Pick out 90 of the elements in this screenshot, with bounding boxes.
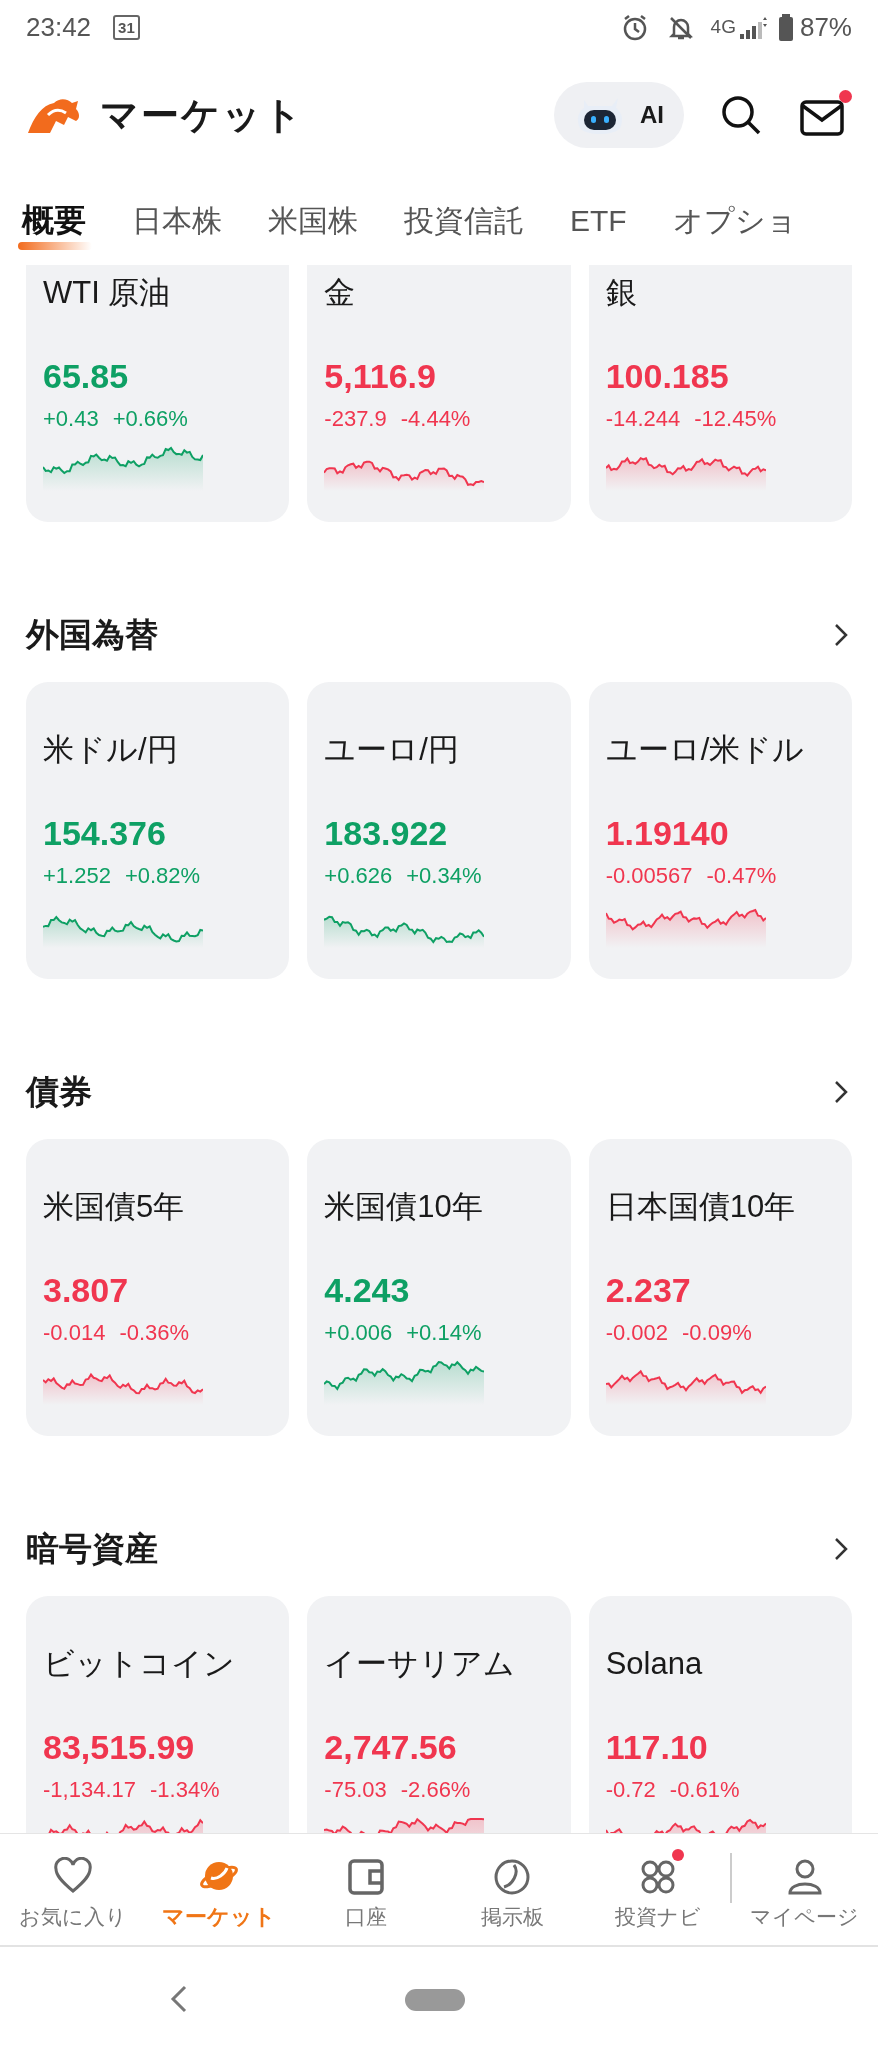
quote-card[interactable]: ユーロ/円 183.922 +0.626 +0.34%	[307, 682, 571, 979]
change-percent: +0.66%	[112, 405, 188, 433]
change-value: +1.252	[43, 862, 111, 890]
instrument-name: 米国債10年	[324, 1188, 484, 1226]
quote-card[interactable]: 米ドル/円 154.376 +1.252 +0.82%	[26, 682, 290, 979]
network-type: 4G	[710, 15, 736, 40]
change-value: -1,134.17	[43, 1776, 136, 1804]
change-percent: -12.45%	[694, 405, 777, 433]
change-value: -14.244	[605, 405, 681, 433]
instrument-name: 銀	[605, 274, 638, 312]
tab[interactable]: 概要	[18, 198, 90, 250]
battery-icon	[777, 13, 794, 42]
change-value: -0.014	[43, 1319, 106, 1347]
instrument-name: 日本国債10年	[605, 1188, 797, 1226]
tab[interactable]: ETF	[570, 197, 627, 243]
instrument-name: ビットコイン	[43, 1645, 236, 1683]
tab[interactable]: オプショ	[672, 197, 797, 243]
price-value: 4.243	[324, 1270, 411, 1310]
instrument-name: 米ドル/円	[43, 731, 179, 769]
change-value: +0.006	[324, 1319, 393, 1347]
change-percent: +0.14%	[406, 1319, 482, 1347]
change-percent: +0.34%	[406, 862, 482, 890]
change-value: -75.03	[324, 1776, 387, 1804]
quote-card[interactable]: イーサリアム 2,747.56 -75.03 -2.66%	[307, 1596, 571, 1833]
section-title: 外国為替	[26, 615, 158, 656]
change-percent: -0.36%	[119, 1319, 190, 1347]
quote-card[interactable]: 日本国債10年 2.237 -0.002 -0.09%	[588, 1139, 852, 1436]
nav-tab[interactable]: お気に入り	[0, 1846, 147, 1933]
tab[interactable]: 日本株	[132, 197, 222, 243]
quote-card[interactable]: Solana 117.10 -0.72 -0.61%	[588, 1596, 852, 1833]
section-title: 暗号資産	[26, 1529, 158, 1570]
nav-tab[interactable]: 投資ナビ	[605, 1846, 712, 1933]
price-value: 154.376	[43, 813, 167, 853]
instrument-name: ユーロ/円	[324, 731, 460, 769]
quote-card[interactable]: 銀 100.185 -14.244 -12.45%	[588, 265, 852, 522]
search-icon	[720, 94, 762, 136]
instrument-name: 金	[324, 274, 357, 312]
change-percent: -1.34%	[149, 1776, 220, 1804]
instrument-name: イーサリアム	[324, 1645, 517, 1683]
change-percent: -0.47%	[706, 862, 777, 890]
quote-card[interactable]: 金 5,116.9 -237.9 -4.44%	[307, 265, 571, 522]
page-title: マーケット	[100, 92, 304, 138]
change-value: -237.9	[324, 405, 387, 433]
instrument-name: WTI 原油	[43, 274, 172, 312]
chevron-right-icon[interactable]	[834, 1080, 848, 1104]
change-percent: -0.09%	[682, 1319, 752, 1347]
search-button[interactable]	[720, 94, 762, 136]
change-value: +0.43	[43, 405, 99, 433]
price-value: 83,515.99	[43, 1727, 196, 1767]
change-value: -0.00567	[605, 862, 693, 890]
change-percent: -2.66%	[400, 1776, 471, 1804]
home-handle[interactable]	[405, 1989, 465, 2011]
price-value: 65.85	[43, 356, 130, 396]
price-value: 5,116.9	[324, 356, 437, 396]
price-value: 2.237	[605, 1270, 692, 1310]
wallet-icon	[345, 1856, 386, 1897]
tab[interactable]: 投資信託	[404, 197, 524, 243]
change-value: +0.626	[324, 862, 393, 890]
quote-card[interactable]: WTI 原油 65.85 +0.43 +0.66%	[26, 265, 290, 522]
quote-card[interactable]: 米国債10年 4.243 +0.006 +0.14%	[307, 1139, 571, 1436]
nav-tab[interactable]: 掲示板	[439, 1846, 586, 1933]
nav-tab[interactable]: 口座	[292, 1846, 439, 1933]
price-value: 1.19140	[605, 813, 730, 853]
price-value: 183.922	[324, 813, 449, 853]
quote-card[interactable]: ビットコイン 83,515.99 -1,134.17 -1.34%	[26, 1596, 290, 1833]
nav-tab[interactable]: マイページ	[731, 1846, 878, 1933]
instrument-name: 米国債5年	[43, 1188, 186, 1226]
ai-button[interactable]: AI	[554, 82, 684, 148]
price-value: 3.807	[43, 1270, 130, 1310]
quote-card[interactable]: 米国債5年 3.807 -0.014 -0.36%	[26, 1139, 290, 1436]
instrument-name: Solana	[605, 1645, 704, 1683]
change-percent: -4.44%	[400, 405, 471, 433]
quote-card[interactable]: ユーロ/米ドル 1.19140 -0.00567 -0.47%	[588, 682, 852, 979]
mail-icon	[800, 100, 844, 136]
change-percent: +0.82%	[124, 862, 201, 890]
price-value: 100.185	[605, 356, 730, 396]
clock-time: 23:42	[26, 11, 92, 44]
price-value: 2,747.56	[324, 1727, 458, 1767]
section-title: 債券	[26, 1072, 92, 1113]
calendar-icon: 31	[113, 15, 140, 40]
back-icon[interactable]	[170, 1985, 188, 2013]
chevron-right-icon[interactable]	[834, 1537, 848, 1561]
change-value: -0.72	[605, 1776, 656, 1804]
change-percent: -0.61%	[669, 1776, 740, 1804]
chevron-right-icon[interactable]	[834, 623, 848, 647]
price-value: 117.10	[605, 1727, 709, 1767]
battery-percent: 87%	[799, 11, 852, 44]
instrument-name: ユーロ/米ドル	[605, 731, 806, 769]
change-value: -0.002	[605, 1319, 669, 1347]
tab[interactable]: 米国株	[268, 197, 358, 243]
